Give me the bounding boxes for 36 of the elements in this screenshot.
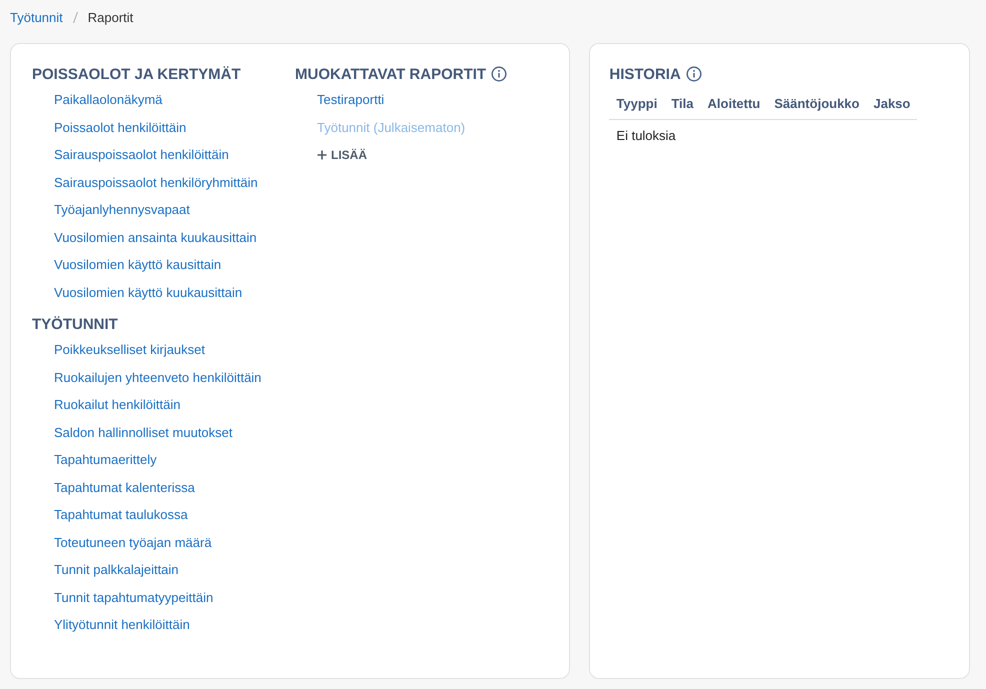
- report-link[interactable]: Vuosilomien käyttö kausittain: [54, 255, 222, 282]
- empty-message: Ei tuloksia: [609, 120, 918, 151]
- breadcrumb-link[interactable]: Työtunnit: [10, 10, 63, 24]
- report-link[interactable]: Tunnit palkkalajeittain: [54, 560, 179, 588]
- report-link[interactable]: Sairauspoissaolot henkilöittäin: [54, 145, 229, 172]
- info-icon[interactable]: [491, 66, 508, 82]
- report-link[interactable]: Tapahtumaerittely: [54, 450, 157, 478]
- column-header[interactable]: Tyyppi: [609, 90, 664, 120]
- report-link[interactable]: Ruokailujen yhteenveto henkilöittäin: [54, 368, 262, 395]
- section-heading: TYÖTUNNIT: [32, 316, 118, 332]
- report-link[interactable]: Saldon hallinnolliset muutokset: [54, 422, 232, 450]
- column-header[interactable]: Tila: [664, 90, 701, 120]
- breadcrumb-current: Raportit: [88, 10, 134, 24]
- plus-icon: [317, 150, 327, 160]
- column-header[interactable]: Sääntöjoukko: [767, 90, 866, 120]
- column-header[interactable]: Jakso: [866, 90, 918, 120]
- report-link[interactable]: Tunnit tapahtumatyypeittäin: [54, 588, 214, 615]
- report-link[interactable]: Tapahtumat kalenterissa: [54, 478, 195, 505]
- report-link[interactable]: Poissaolot henkilöittäin: [54, 118, 186, 145]
- report-link[interactable]: Ylityötunnit henkilöittäin: [54, 615, 190, 642]
- report-link[interactable]: Testiraportti: [317, 90, 384, 118]
- report-link[interactable]: Työajanlyhennysvapaat: [54, 200, 190, 228]
- report-link[interactable]: Ruokailut henkilöittäin: [54, 395, 180, 422]
- section-heading: HISTORIA: [609, 66, 681, 82]
- report-link[interactable]: Sairauspoissaolot henkilöryhmittäin: [54, 172, 258, 200]
- report-link[interactable]: Vuosilomien ansainta kuukausittain: [54, 228, 257, 255]
- column-header[interactable]: Aloitettu: [700, 90, 768, 120]
- report-link[interactable]: Vuosilomien käyttö kuukausittain: [54, 282, 242, 310]
- add-button[interactable]: LISÄÄ: [317, 145, 367, 165]
- section-heading: POISSAOLOT JA KERTYMÄT: [32, 66, 241, 82]
- report-link[interactable]: Paikallaolonäkymä: [54, 90, 162, 118]
- section-heading: MUOKATTAVAT RAPORTIT: [295, 66, 486, 82]
- info-icon[interactable]: [686, 66, 702, 82]
- report-link[interactable]: Poikkeukselliset kirjaukset: [54, 340, 206, 368]
- report-link[interactable]: Toteutuneen työajan määrä: [54, 532, 212, 560]
- report-link[interactable]: Tapahtumat taulukossa: [54, 505, 188, 532]
